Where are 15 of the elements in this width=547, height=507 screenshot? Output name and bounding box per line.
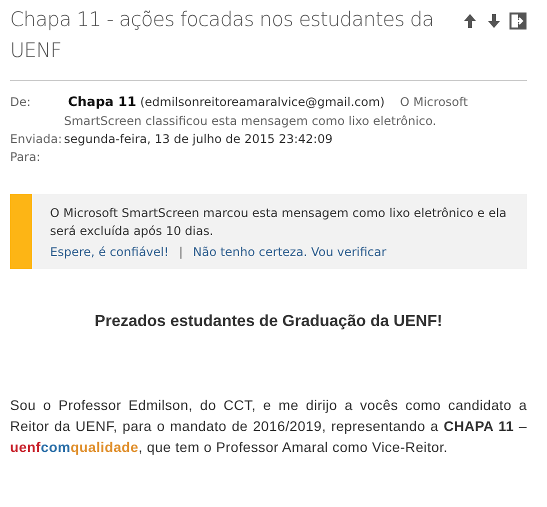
from-label: De:: [10, 94, 32, 111]
email-subject: Chapa 11 - ações focadas nos estudantes da UENF: [10, 6, 435, 64]
safe-link[interactable]: Espere, é confiável!: [50, 243, 169, 261]
arrow-up-icon[interactable]: [461, 12, 479, 30]
body-paragraph: Sou o Professor Edmilson, do CCT, e me dirijo a vocês como candidato a Reitor da UENF, para o mandato de 2016/2019, representando a CHAPA 11 – uenfcomqualidade, que tem o Professor Amaral como Vice-Reitor.: [10, 396, 527, 457]
sent-date: segunda-feira, 13 de julho de 2015 23:42:09: [64, 131, 334, 148]
expand-icon[interactable]: [509, 12, 527, 30]
sender-info: Chapa 11 (edmilsonreitoreamaralvice@gmail.com) O Microsoft SmartScreen classificou esta mensagem como lixo eletrônico.: [64, 94, 469, 130]
to-label: Para:: [10, 149, 42, 166]
sent-label: Enviada:: [10, 131, 63, 148]
body-heading: Prezados estudantes de Graduação da UENF!: [94, 313, 444, 331]
arrow-down-icon[interactable]: [485, 12, 503, 30]
verify-link[interactable]: Não tenho certeza. Vou verificar: [192, 243, 386, 261]
link-separator: |: [178, 244, 183, 261]
junk-warning-text: O Microsoft SmartScreen marcou esta mensagem como lixo eletrônico e ela será excluída após 10 dias.: [50, 205, 508, 240]
